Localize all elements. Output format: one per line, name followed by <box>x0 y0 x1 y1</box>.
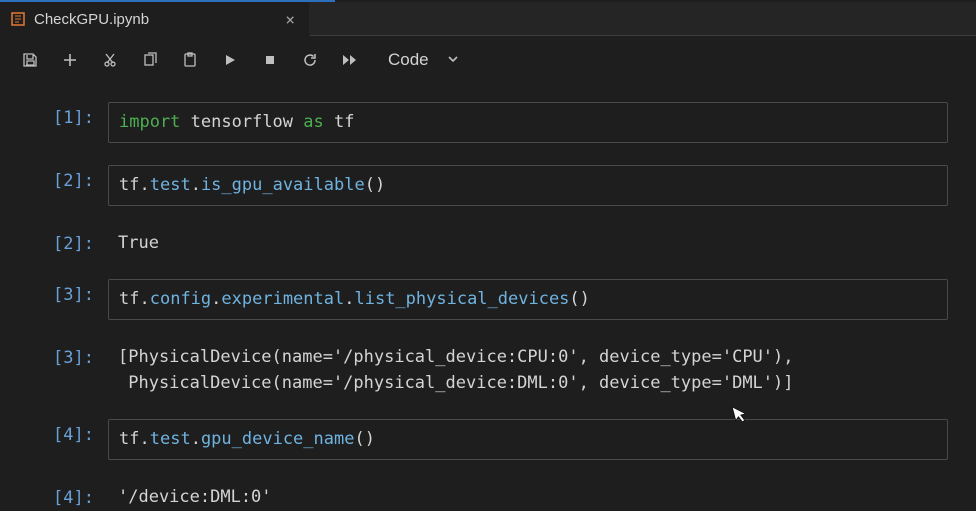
execution-prompt: [4]: <box>28 482 108 510</box>
code-input-area[interactable]: tf.test.gpu_device_name() <box>108 419 948 460</box>
token: . <box>211 289 221 309</box>
token: gpu_device_name <box>201 429 355 449</box>
execution-prompt: [3]: <box>28 279 108 320</box>
run-icon[interactable] <box>220 50 240 70</box>
token: tf <box>119 175 139 195</box>
token: . <box>191 429 201 449</box>
notebook-toolbar: Code <box>0 36 976 84</box>
output-cell: [2]: True <box>28 228 948 256</box>
code-input-area[interactable]: tf.config.experimental.list_physical_dev… <box>108 279 948 320</box>
code-cell: [1]:import tensorflow as tf <box>28 102 948 143</box>
output-cell: [4]: '/device:DML:0' <box>28 482 948 510</box>
output-text: [PhysicalDevice(name='/physical_device:C… <box>108 342 948 397</box>
notebook-icon <box>10 11 26 27</box>
cell-type-label: Code <box>388 50 429 70</box>
save-icon[interactable] <box>20 50 40 70</box>
tab-checkgpu[interactable]: CheckGPU.ipynb × <box>0 2 310 36</box>
execution-prompt: [3]: <box>28 342 108 397</box>
output-text: '/device:DML:0' <box>108 482 948 510</box>
cell-type-selector[interactable]: Code <box>388 50 459 70</box>
token: is_gpu_available <box>201 175 365 195</box>
token: test <box>150 175 191 195</box>
code-cell: [3]:tf.config.experimental.list_physical… <box>28 279 948 320</box>
token: . <box>139 289 149 309</box>
execution-prompt: [4]: <box>28 419 108 460</box>
code-cell: [4]:tf.test.gpu_device_name() <box>28 419 948 460</box>
token: tf <box>119 429 139 449</box>
token <box>324 112 334 132</box>
cut-icon[interactable] <box>100 50 120 70</box>
output-cell: [3]: [PhysicalDevice(name='/physical_devi… <box>28 342 948 397</box>
token: list_physical_devices <box>354 289 569 309</box>
output-text: True <box>108 228 948 256</box>
token: () <box>354 429 374 449</box>
token: as <box>303 112 323 132</box>
token: tf <box>119 289 139 309</box>
paste-icon[interactable] <box>180 50 200 70</box>
token <box>293 112 303 132</box>
add-cell-icon[interactable] <box>60 50 80 70</box>
stop-icon[interactable] <box>260 50 280 70</box>
token: True <box>118 233 159 253</box>
tab-bar: CheckGPU.ipynb × <box>0 2 976 36</box>
token: PhysicalDevice(name='/physical_device:DM… <box>118 373 794 393</box>
token: tensorflow <box>191 112 293 132</box>
token: [PhysicalDevice(name='/physical_device:C… <box>118 347 794 367</box>
code-cell: [2]:tf.test.is_gpu_available() <box>28 165 948 206</box>
copy-icon[interactable] <box>140 50 160 70</box>
tab-label: CheckGPU.ipynb <box>34 11 277 28</box>
token: config <box>150 289 211 309</box>
code-input-area[interactable]: tf.test.is_gpu_available() <box>108 165 948 206</box>
token: experimental <box>221 289 344 309</box>
run-all-icon[interactable] <box>340 50 360 70</box>
notebook-area: [1]:import tensorflow as tf[2]:tf.test.i… <box>0 84 976 510</box>
token: . <box>139 429 149 449</box>
token <box>180 112 190 132</box>
restart-icon[interactable] <box>300 50 320 70</box>
token: test <box>150 429 191 449</box>
execution-prompt: [2]: <box>28 165 108 206</box>
token: . <box>139 175 149 195</box>
token: () <box>365 175 385 195</box>
token: () <box>569 289 589 309</box>
token: . <box>191 175 201 195</box>
code-input-area[interactable]: import tensorflow as tf <box>108 102 948 143</box>
execution-prompt: [2]: <box>28 228 108 256</box>
execution-prompt: [1]: <box>28 102 108 143</box>
token: . <box>344 289 354 309</box>
token: '/device:DML:0' <box>118 487 272 507</box>
chevron-down-icon <box>447 50 459 70</box>
close-icon[interactable]: × <box>285 10 295 29</box>
token: import <box>119 112 180 132</box>
token: tf <box>334 112 354 132</box>
